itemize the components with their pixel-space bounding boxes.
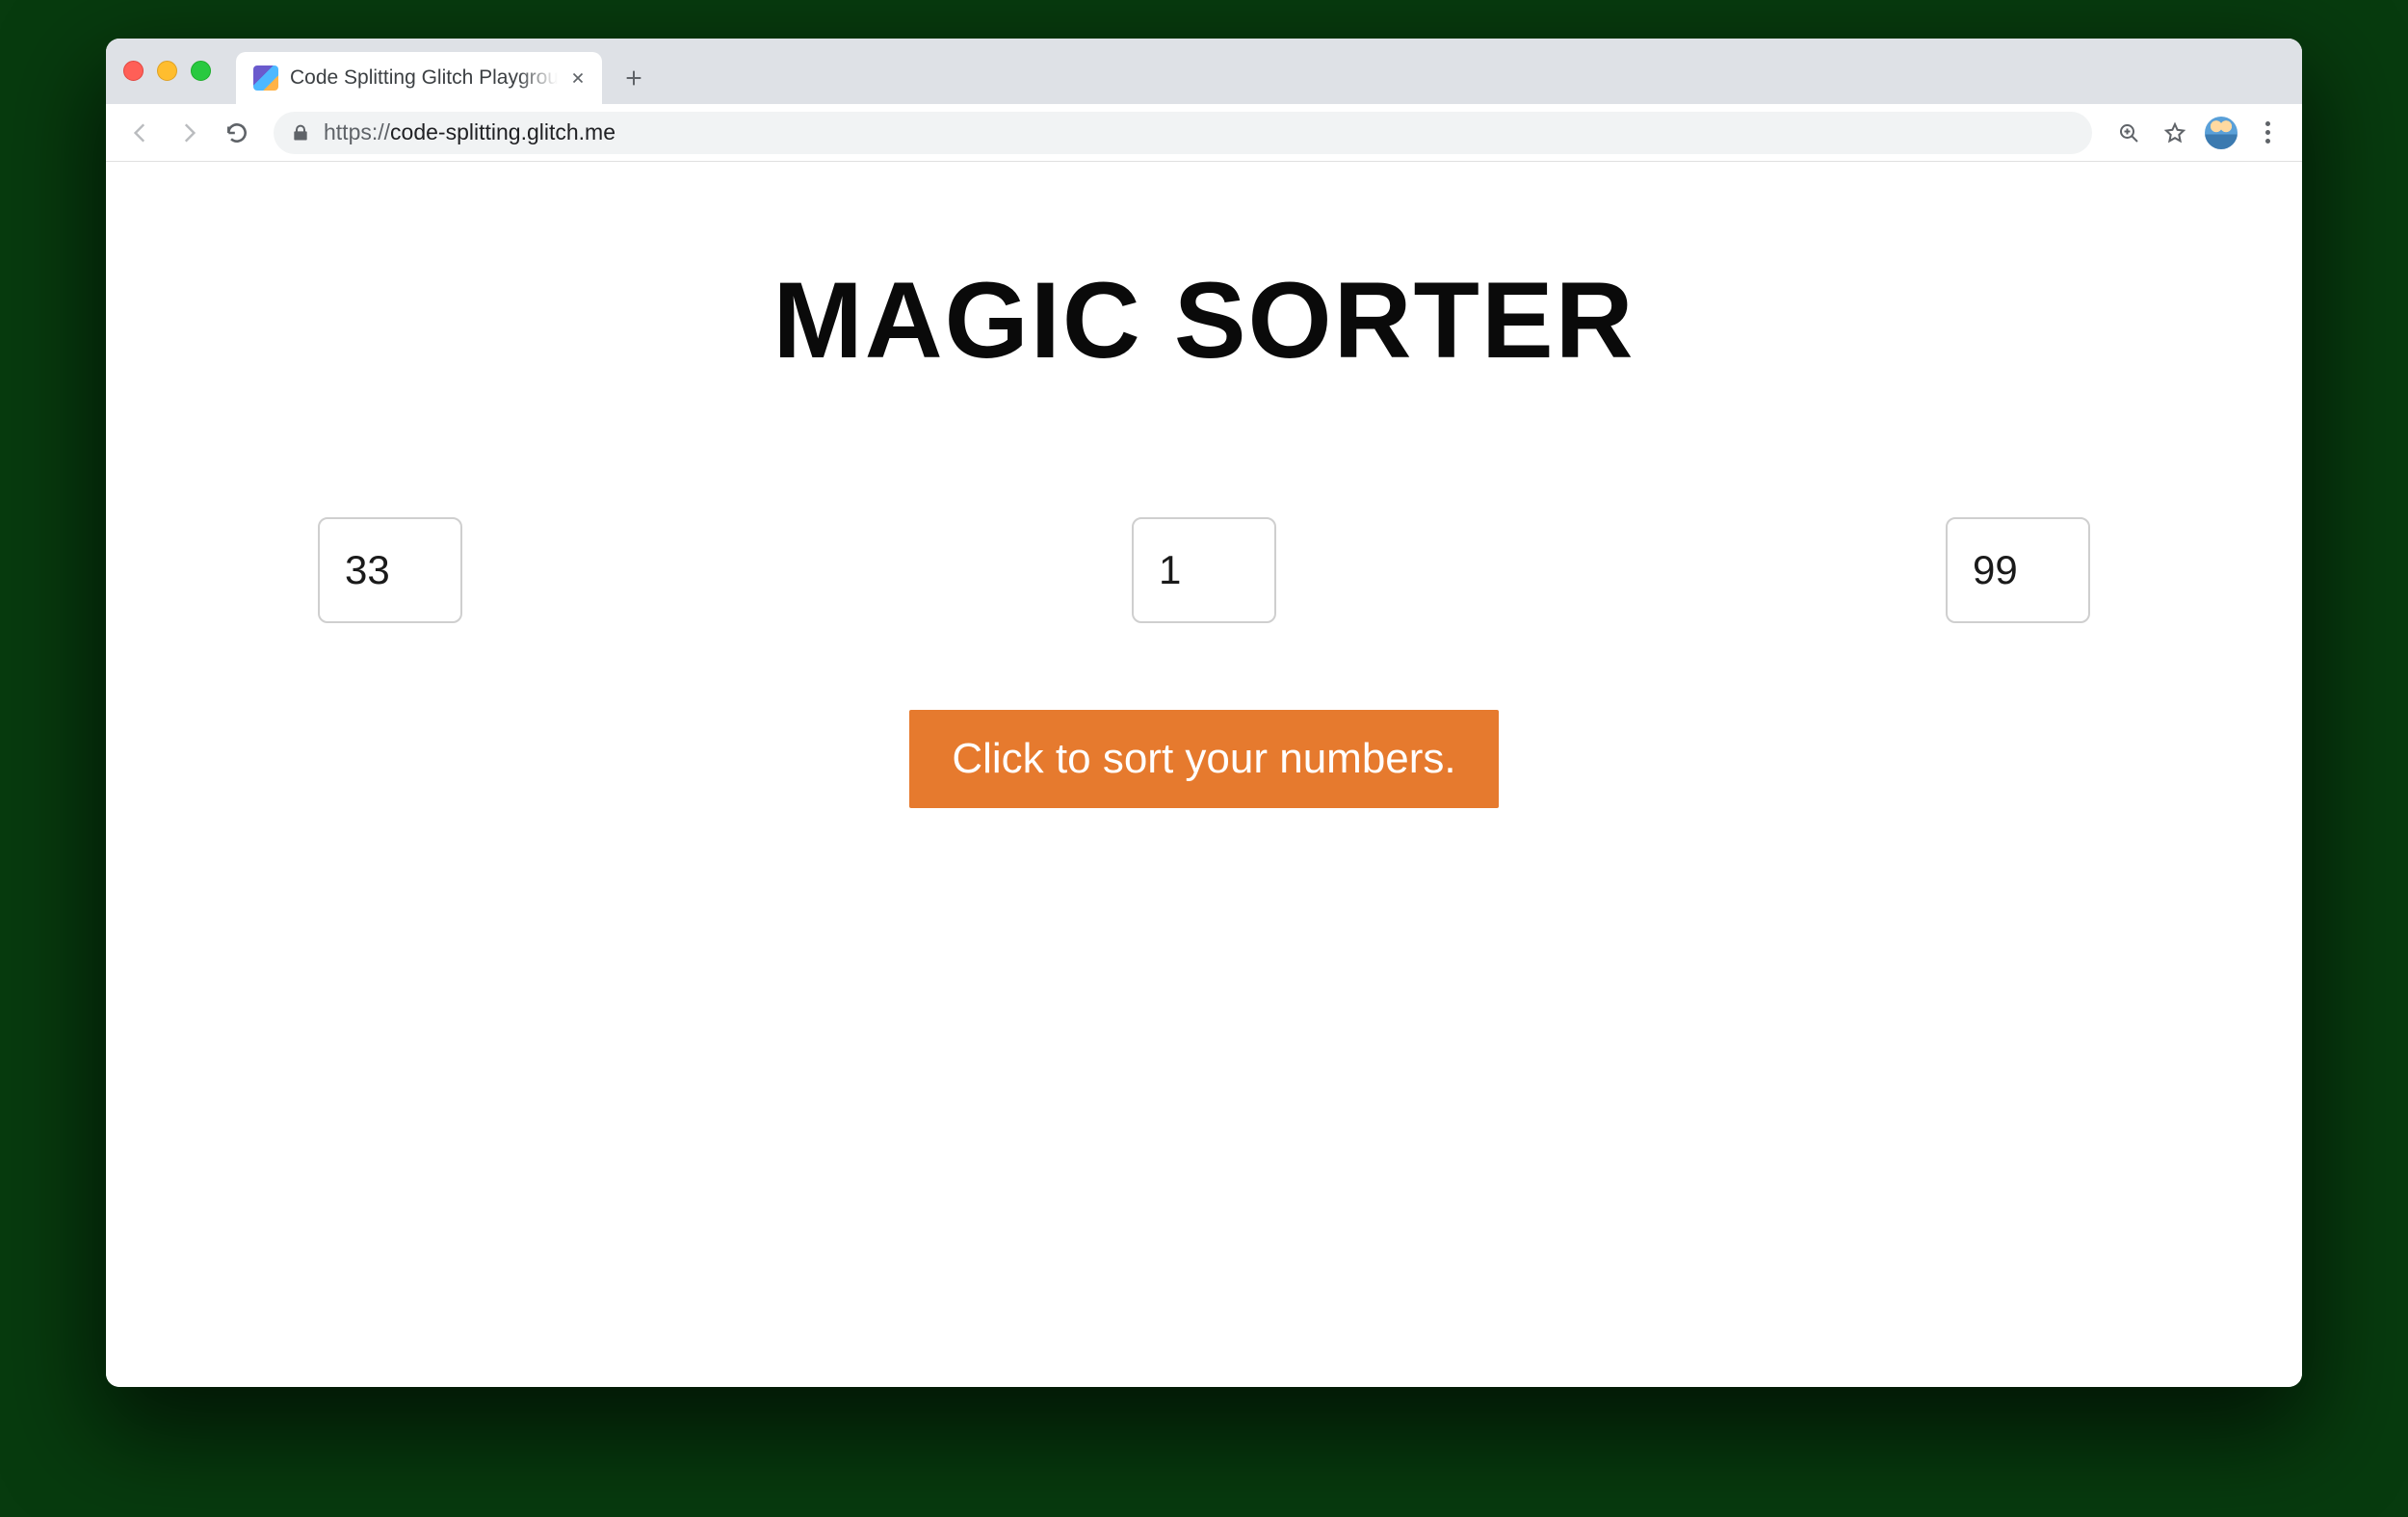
tab-strip: Code Splitting Glitch Playground [106,39,2302,104]
number-input-2[interactable] [1132,517,1276,623]
reload-button[interactable] [216,112,258,154]
avatar-icon [2205,117,2238,149]
tab-title: Code Splitting Glitch Playground [290,66,558,90]
url-text: https://code-splitting.glitch.me [324,119,615,145]
number-inputs-row [106,517,2302,623]
window-minimize-button[interactable] [157,61,177,81]
star-icon[interactable] [2154,112,2196,154]
browser-window: Code Splitting Glitch Playground https:/… [106,39,2302,1387]
favicon-icon [253,65,278,91]
browser-toolbar: https://code-splitting.glitch.me [106,104,2302,162]
browser-tab[interactable]: Code Splitting Glitch Playground [236,52,602,104]
new-tab-button[interactable] [617,62,650,94]
window-close-button[interactable] [123,61,144,81]
close-icon[interactable] [569,69,587,87]
sort-button[interactable]: Click to sort your numbers. [909,710,1498,808]
back-button[interactable] [119,112,162,154]
lock-icon [291,123,310,143]
forward-button[interactable] [168,112,210,154]
zoom-icon[interactable] [2107,112,2150,154]
menu-button[interactable] [2246,112,2289,154]
page-content: MAGIC SORTER Click to sort your numbers. [106,162,2302,1387]
window-controls [123,61,211,81]
window-zoom-button[interactable] [191,61,211,81]
profile-avatar[interactable] [2200,112,2242,154]
toolbar-right [2107,112,2289,154]
page-title: MAGIC SORTER [772,258,1635,382]
number-input-3[interactable] [1946,517,2090,623]
address-bar[interactable]: https://code-splitting.glitch.me [274,112,2092,154]
number-input-1[interactable] [318,517,462,623]
